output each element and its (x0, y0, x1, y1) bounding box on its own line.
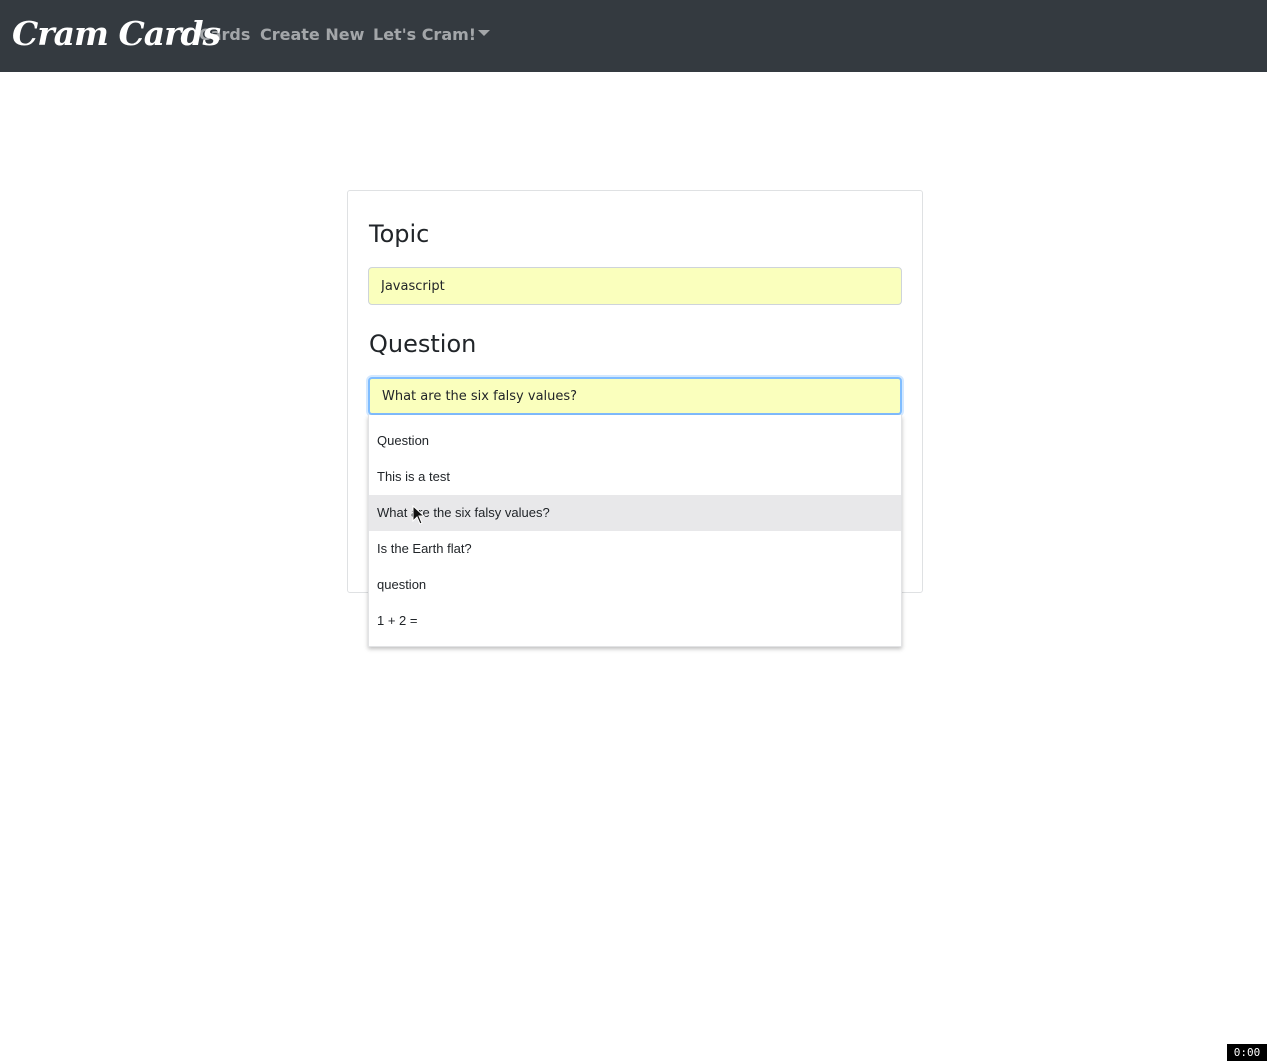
autocomplete-item[interactable]: question (369, 567, 901, 603)
top-navbar: Cram Cards Cards Create New Let's Cram! (0, 0, 1267, 72)
autocomplete-item[interactable]: Question (369, 423, 901, 459)
mouse-pointer-icon (412, 505, 426, 525)
brand-logo[interactable]: Cram Cards (12, 12, 221, 56)
topic-input[interactable] (368, 267, 902, 305)
autocomplete-item[interactable]: 1 + 2 = (369, 603, 901, 639)
nav-dropdown-lets-cram[interactable]: Let's Cram! (373, 22, 476, 48)
chevron-down-icon[interactable] (478, 30, 490, 36)
autocomplete-dropdown: Question This is a test What are the six… (368, 415, 902, 647)
recording-timer: 0:00 (1227, 1044, 1267, 1061)
nav-link-create-new[interactable]: Create New (260, 22, 364, 48)
nav-link-cards[interactable]: Cards (199, 22, 250, 48)
autocomplete-item[interactable]: This is a test (369, 459, 901, 495)
question-input[interactable] (368, 377, 902, 415)
autocomplete-item-highlighted[interactable]: What are the six falsy values? (369, 495, 901, 531)
topic-label: Topic (369, 220, 430, 248)
question-label: Question (369, 330, 477, 358)
autocomplete-item[interactable]: Is the Earth flat? (369, 531, 901, 567)
